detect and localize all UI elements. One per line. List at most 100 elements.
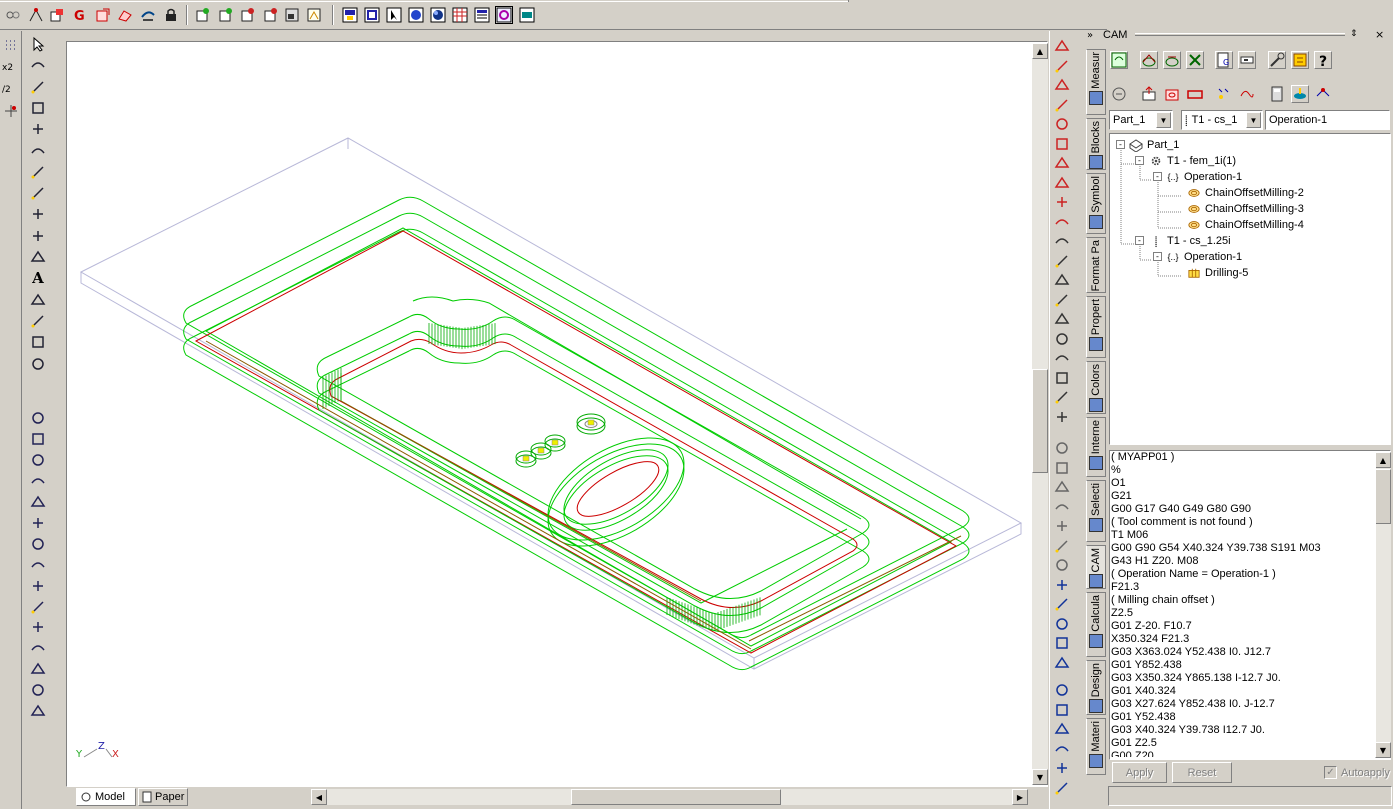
perp-icon[interactable] [1053, 174, 1071, 192]
gcode-line[interactable]: G01 Z2.5 [1111, 737, 1376, 750]
gcode-line[interactable]: X350.324 F21.3 [1111, 633, 1376, 646]
operation-field[interactable]: Operation-1 [1265, 110, 1390, 130]
expander-op-1[interactable]: - [1153, 172, 1162, 181]
gcode-line[interactable]: ( MYAPP01 ) [1111, 451, 1376, 464]
side-tab-selecti[interactable]: Selecti [1086, 480, 1106, 542]
gcode-line[interactable]: G01 X40.324 [1111, 685, 1376, 698]
machine-icon[interactable] [1238, 51, 1256, 69]
regenerate-icon[interactable] [1110, 51, 1128, 69]
cam-view-icon[interactable] [495, 6, 513, 24]
tab-model[interactable]: Model [76, 788, 136, 806]
add-operation-icon[interactable] [1140, 85, 1158, 103]
measure-icon[interactable] [1053, 388, 1071, 406]
render-icon[interactable] [407, 6, 425, 24]
gcode-line[interactable]: G00 Z20 [1111, 750, 1376, 757]
fill-icon[interactable] [29, 205, 47, 223]
pen-3-icon[interactable] [1053, 615, 1071, 633]
tree-item-toolpath[interactable]: ChainOffsetMilling-4 [1186, 217, 1304, 233]
chevron-down-icon[interactable]: ▼ [1156, 112, 1171, 128]
shade-7-icon[interactable] [1053, 556, 1071, 574]
scale-x2-label[interactable]: x2 [2, 63, 13, 73]
quadrant-icon[interactable] [1053, 135, 1071, 153]
wedge-icon[interactable] [29, 472, 47, 490]
cam-tree[interactable]: - - - - - Part_1 T1 - fem_1i(1) {..} Ope… [1109, 133, 1391, 445]
grid-dot-icon[interactable] [1053, 232, 1071, 250]
circle-center-icon[interactable] [29, 163, 47, 181]
settings-icon[interactable] [1291, 51, 1309, 69]
expander-op-2[interactable]: - [1153, 252, 1162, 261]
toolpath-setup-icon[interactable] [1163, 51, 1181, 69]
side-tab-format-pa[interactable]: Format Pa [1086, 237, 1106, 293]
tab-paper[interactable]: Paper [138, 788, 188, 806]
scroll-left-button[interactable]: ◀ [311, 789, 327, 805]
sweep-icon[interactable] [29, 556, 47, 574]
gcode-line[interactable]: Z2.5 [1111, 607, 1376, 620]
shade-4-icon[interactable] [1053, 498, 1071, 516]
gcode-line[interactable]: G03 X27.624 Y852.438 I0. J-12.7 [1111, 698, 1376, 711]
gcode-line[interactable]: G03 X350.324 Y865.138 I-12.7 J0. [1111, 672, 1376, 685]
sphere-icon[interactable] [29, 451, 47, 469]
gcode-vscrollbar[interactable]: ▲ ▼ [1375, 452, 1391, 758]
shaded-view-icon[interactable] [1291, 85, 1309, 103]
scroll-thumb[interactable] [1032, 369, 1048, 473]
expander-tool-1[interactable]: - [1135, 156, 1144, 165]
cone-icon[interactable] [29, 660, 47, 678]
arc-icon[interactable] [29, 184, 47, 202]
nav-6-icon[interactable] [1053, 779, 1071, 797]
side-tab-propert[interactable]: Propert [1086, 296, 1106, 358]
tools-icon[interactable] [1268, 51, 1286, 69]
gcode-line[interactable]: O1 [1111, 477, 1376, 490]
dots-icon[interactable] [4, 39, 18, 53]
gcode-line[interactable]: G00 G17 G40 G49 G80 G90 [1111, 503, 1376, 516]
gcode-line[interactable]: T1 M06 [1111, 529, 1376, 542]
torus-icon[interactable] [29, 577, 47, 595]
tree-item-operation[interactable]: {..} Operation-1 [1165, 169, 1242, 185]
zoom-all-icon[interactable] [1053, 310, 1071, 328]
magnet-icon[interactable] [1053, 369, 1071, 387]
layers-icon[interactable] [4, 6, 22, 24]
color-fill-icon[interactable] [29, 227, 47, 245]
circle-icon[interactable] [29, 142, 47, 160]
tree-item-operation[interactable]: {..} Operation-1 [1165, 249, 1242, 265]
snap-icon[interactable] [27, 6, 45, 24]
panel-menu-icon[interactable]: ⇕ [1350, 29, 1358, 39]
nav-3-icon[interactable] [1053, 720, 1071, 738]
side-tab-cam[interactable]: CAM [1086, 545, 1106, 589]
g-code-icon[interactable]: G [71, 6, 89, 24]
apply-button[interactable]: Apply [1112, 762, 1167, 783]
extrude-icon[interactable] [29, 493, 47, 511]
toolpath-display-icon[interactable] [1314, 85, 1332, 103]
shade-1-icon[interactable] [1053, 439, 1071, 457]
scroll-up-button[interactable]: ▲ [1375, 452, 1391, 468]
revolve-icon[interactable] [29, 514, 47, 532]
export-icon[interactable] [94, 6, 112, 24]
side-tab-design[interactable]: Design [1086, 660, 1106, 715]
select-arrow-icon[interactable] [29, 35, 47, 53]
dist-icon[interactable] [1053, 57, 1071, 75]
midpoint-icon[interactable] [1053, 96, 1071, 114]
expander-tool-2[interactable]: - [1135, 236, 1144, 245]
gcode-line[interactable]: ( Tool comment is not found ) [1111, 516, 1376, 529]
part-combo[interactable]: Part_1 ▼ [1109, 110, 1173, 130]
side-tab-blocks[interactable]: Blocks [1086, 118, 1106, 170]
insert-1-icon[interactable] [193, 6, 211, 24]
shade-2-icon[interactable] [1053, 459, 1071, 477]
panel-pin-icon[interactable]: » [1087, 30, 1093, 41]
table-icon[interactable] [473, 6, 491, 24]
polyline-icon[interactable] [29, 99, 47, 117]
profile-icon[interactable] [1186, 85, 1204, 103]
autoapply-checkbox[interactable]: ✓ Autoapply [1324, 766, 1390, 779]
scale-half-label[interactable]: /2 [2, 85, 11, 95]
tree-item-toolpath[interactable]: Drilling-5 [1186, 265, 1248, 281]
zoom-in-icon[interactable] [1053, 330, 1071, 348]
gcode-line[interactable]: ( Operation Name = Operation-1 ) [1111, 568, 1376, 581]
expander-part[interactable]: - [1116, 140, 1125, 149]
pen-2-icon[interactable] [1053, 595, 1071, 613]
angle-icon[interactable] [1053, 408, 1071, 426]
zoom-out-icon[interactable] [1053, 349, 1071, 367]
side-tab-colors[interactable]: Colors [1086, 361, 1106, 414]
intersection-icon[interactable] [1053, 154, 1071, 172]
layer-view-icon[interactable] [518, 6, 536, 24]
shell-icon[interactable] [29, 639, 47, 657]
insert-2-icon[interactable] [216, 6, 234, 24]
